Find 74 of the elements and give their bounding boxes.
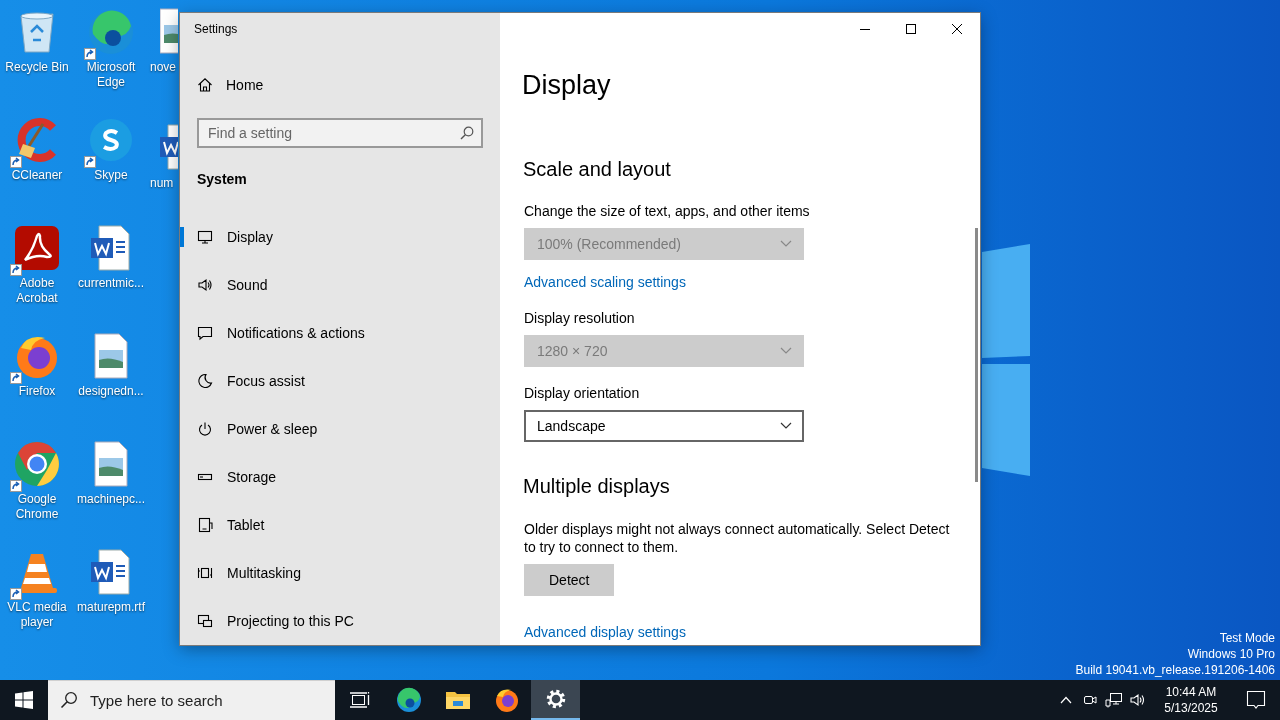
desktop-icon[interactable]: Adobe Acrobat [0,220,74,328]
close-icon [952,24,962,34]
field-label: Change the size of text, apps, and other items [524,202,810,221]
desktop-icon[interactable]: designedn... [74,328,148,436]
chevron-down-icon [780,240,792,248]
nav-item[interactable]: Sound [180,261,500,309]
settings-icon [544,688,567,710]
chevron-down-icon [780,422,792,430]
system-info-text: Test Mode [1218,630,1275,646]
fox-globe-icon [493,687,520,713]
moon-icon [197,373,213,389]
nav-item[interactable]: Focus assist [180,357,500,405]
nav-item[interactable]: Tablet [180,501,500,549]
desktop-icon[interactable]: Google Chrome [0,436,74,544]
chat-circle-icon [87,116,135,164]
desktop-icon[interactable]: maturepm.rtf [74,544,148,652]
desktop-icon[interactable]: Recycle Bin [0,4,74,112]
window-title: Settings [193,21,239,38]
image-file-icon [160,8,178,54]
desktop-icon[interactable]: currentmic... [74,220,148,328]
scrollbar[interactable] [975,228,978,482]
clock[interactable]: 10:44 AM 5/13/2025 [1156,680,1226,720]
windows-logo-icon [15,691,33,709]
chevron-down-icon [780,347,792,355]
search-field[interactable]: Find a setting [197,118,483,148]
speaker-icon [1129,692,1147,708]
search-icon [460,126,474,140]
swirl-browser-icon [87,8,135,56]
nav-item[interactable]: Power & sleep [180,405,500,453]
search-icon [60,691,78,709]
home-nav-item[interactable]: Home [180,65,500,105]
projecting-icon [197,613,213,629]
nav-item[interactable]: Notifications & actions [180,309,500,357]
swirl-browser-icon [395,687,422,713]
page-title: Display [521,69,612,102]
speaker-icon [197,277,213,293]
network-icon [1105,692,1123,708]
monitor-icon [197,229,213,245]
nav-item[interactable]: Multitasking [180,549,500,597]
desktop-icon[interactable]: CCleaner [0,112,74,220]
maximize-icon [906,24,916,34]
field-label: Display resolution [524,309,635,328]
multitasking-icon [197,565,213,581]
taskbar-search-field[interactable]: Type here to search [48,680,335,720]
nav-item[interactable]: Display [180,213,500,261]
task-view-icon [348,689,371,711]
nav-item[interactable]: Storage [180,453,500,501]
system-info-text: Build 19041.vb_release.191206-1406 [1075,662,1275,678]
chevron-up-icon [1060,696,1072,704]
desktop-icon[interactable]: VLC media player [0,544,74,652]
taskbar-app-button[interactable] [531,680,580,720]
detect-button[interactable]: Detect [524,564,615,596]
tablet-icon [197,517,213,533]
desktop-icon[interactable]: Skype [74,112,148,220]
nav-item[interactable]: Projecting to this PC [180,597,500,645]
section-title: System [196,170,248,189]
dropdown[interactable]: Landscape [524,410,804,442]
chrome-browser-icon [13,440,61,488]
folder-icon [444,689,471,711]
field-label: Display orientation [524,384,640,403]
system-info-text: Windows 10 Pro [1186,646,1275,662]
section-heading: Scale and layout [523,157,671,182]
desktop-icon[interactable]: machinepc... [74,436,148,544]
desktop-icon[interactable]: Microsoft Edge [74,4,148,112]
home-icon [197,77,213,93]
speech-bubble-icon [197,325,213,341]
power-icon [197,421,213,437]
settings-link[interactable]: Advanced scaling settings [524,272,686,292]
desktop-icon[interactable]: Firefox [0,328,74,436]
section-heading: Multiple displays [523,474,670,499]
speech-bubble-icon [1246,690,1266,710]
settings-link[interactable]: Advanced display settings [524,622,686,642]
description-text: Older displays might not always connect automatically. Select Detect to try to connect to them. [524,520,951,556]
pdf-icon [13,224,61,272]
